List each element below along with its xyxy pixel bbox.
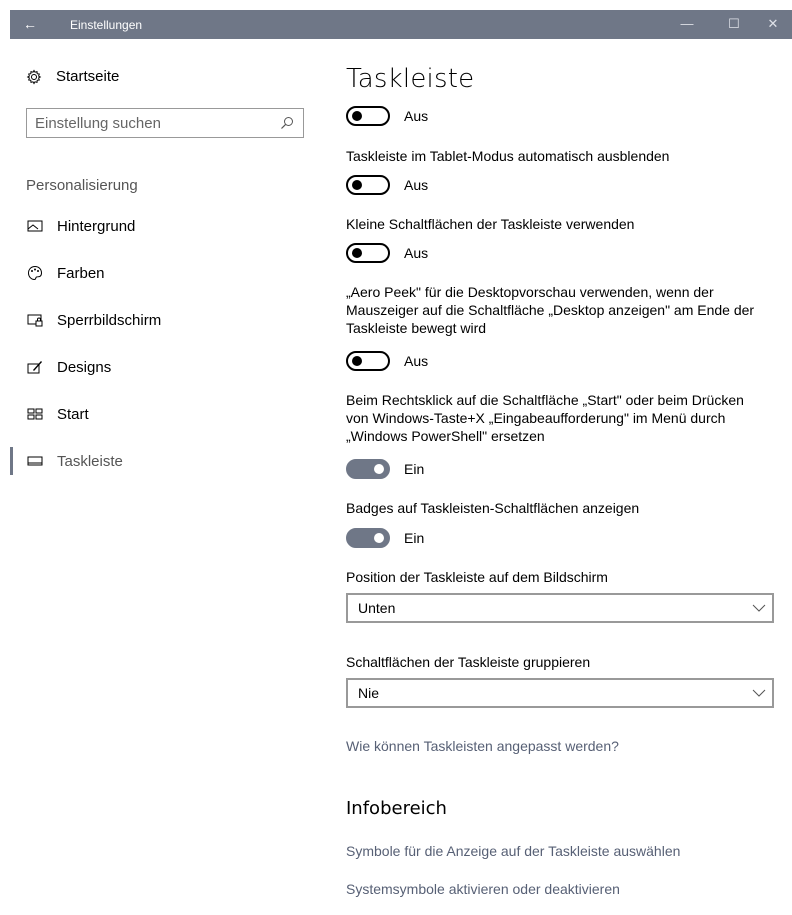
- group-dropdown[interactable]: Nie: [346, 678, 774, 708]
- close-button[interactable]: ✕: [762, 14, 784, 34]
- main-content: Taskleiste Aus Taskleiste im Tablet-Modu…: [346, 39, 786, 915]
- dropdown-label: Schaltflächen der Taskleiste gruppieren: [346, 654, 591, 670]
- chevron-down-icon: [752, 601, 766, 615]
- dropdown-value: Unten: [358, 600, 396, 616]
- position-dropdown[interactable]: Unten: [346, 593, 774, 623]
- sidebar-item-taskleiste[interactable]: Taskleiste: [10, 441, 310, 481]
- setting-label: Beim Rechtsklick auf die Schaltfläche „S…: [346, 392, 744, 444]
- section-heading: Personalisierung: [26, 177, 138, 194]
- setting-toggle-row: Ein: [346, 459, 424, 479]
- setting-toggle-row: Aus: [346, 106, 428, 126]
- system-icons-link[interactable]: Systemsymbole aktivieren oder deaktivier…: [346, 881, 620, 897]
- minimize-button[interactable]: —: [676, 14, 698, 34]
- sidebar-item-label: Designs: [57, 358, 112, 376]
- toggle-knob: [352, 248, 362, 258]
- setting-label: „Aero Peek" für die Desktopvorschau verw…: [346, 284, 755, 336]
- sidebar-item-label: Farben: [57, 264, 105, 282]
- setting-label: Kleine Schaltflächen der Taskleiste verw…: [346, 216, 635, 232]
- toggle-state: Aus: [404, 245, 429, 261]
- back-button[interactable]: ←: [20, 14, 40, 34]
- toggle-switch[interactable]: [346, 175, 390, 195]
- toggle-knob: [374, 464, 384, 474]
- title-bar: ← Einstellungen — ☐ ✕: [10, 10, 792, 39]
- toggle-switch[interactable]: [346, 243, 390, 263]
- sidebar-item-label: Sperrbildschirm: [57, 311, 162, 329]
- search-box[interactable]: Einstellung suchen: [26, 108, 304, 138]
- page-title: Taskleiste: [346, 64, 475, 94]
- gear-icon: [26, 69, 42, 85]
- setting-toggle-row: Aus: [346, 175, 428, 195]
- toggle-knob: [374, 533, 384, 543]
- help-link[interactable]: Wie können Taskleisten angepasst werden?: [346, 738, 619, 754]
- sidebar-item-sperrbildschirm[interactable]: Sperrbildschirm: [10, 300, 310, 340]
- toggle-state: Aus: [404, 108, 429, 124]
- dropdown-value: Nie: [358, 685, 380, 701]
- active-indicator: [10, 447, 13, 475]
- sidebar-item-start[interactable]: Start: [10, 394, 310, 434]
- home-link[interactable]: Startseite: [26, 68, 119, 85]
- maximize-button[interactable]: ☐: [723, 14, 745, 34]
- start-tiles-icon: [27, 406, 43, 422]
- setting-toggle-row: Aus: [346, 243, 428, 263]
- toggle-state: Ein: [404, 530, 425, 546]
- toggle-switch[interactable]: [346, 106, 390, 126]
- picture-icon: [27, 218, 43, 234]
- search-icon[interactable]: [279, 115, 295, 131]
- setting-toggle-row: Ein: [346, 528, 424, 548]
- setting-label: Taskleiste im Tablet-Modus automatisch a…: [346, 148, 670, 164]
- sidebar: Startseite Einstellung suchen Personalis…: [10, 39, 310, 915]
- toggle-state: Aus: [404, 177, 429, 193]
- toggle-knob: [352, 180, 362, 190]
- search-input[interactable]: Einstellung suchen: [35, 115, 161, 132]
- lock-screen-icon: [27, 312, 43, 328]
- select-taskbar-icons-link[interactable]: Symbole für die Anzeige auf der Taskleis…: [346, 843, 680, 859]
- taskbar-icon: [27, 453, 43, 469]
- setting-toggle-row: Aus: [346, 351, 428, 371]
- toggle-switch[interactable]: [346, 351, 390, 371]
- brush-icon: [27, 359, 43, 375]
- sidebar-item-label: Taskleiste: [57, 452, 123, 470]
- sidebar-item-label: Hintergrund: [57, 217, 136, 235]
- sidebar-item-farben[interactable]: Farben: [10, 253, 310, 293]
- section-title-infobereich: Infobereich: [346, 798, 447, 819]
- setting-label: Badges auf Taskleisten-Schaltflächen anz…: [346, 500, 640, 516]
- sidebar-item-hintergrund[interactable]: Hintergrund: [10, 206, 310, 246]
- dropdown-label: Position der Taskleiste auf dem Bildschi…: [346, 569, 608, 585]
- window-title: Einstellungen: [70, 18, 143, 32]
- toggle-state: Aus: [404, 353, 429, 369]
- toggle-knob: [352, 356, 362, 366]
- toggle-knob: [352, 111, 362, 121]
- palette-icon: [27, 265, 43, 281]
- toggle-switch[interactable]: [346, 459, 390, 479]
- sidebar-item-designs[interactable]: Designs: [10, 347, 310, 387]
- home-label: Startseite: [56, 68, 120, 85]
- toggle-state: Ein: [404, 461, 425, 477]
- sidebar-item-label: Start: [57, 405, 89, 423]
- toggle-switch[interactable]: [346, 528, 390, 548]
- chevron-down-icon: [752, 686, 766, 700]
